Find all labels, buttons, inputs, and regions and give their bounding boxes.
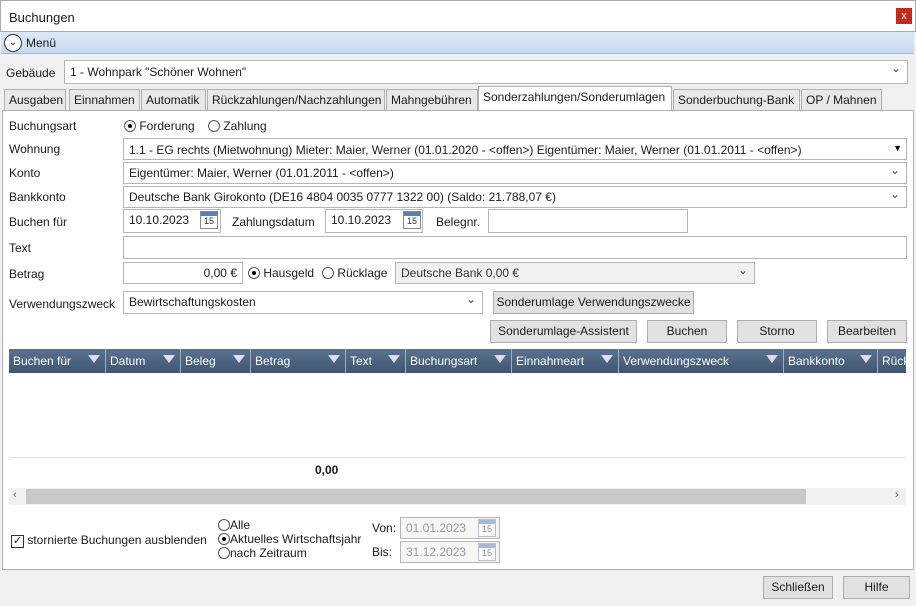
ruecklage-radio[interactable]: Rücklage (322, 266, 387, 280)
chevron-down-icon[interactable]: ⌄ (4, 34, 22, 52)
sonderumlage-verwendungszwecke-button[interactable]: Sonderumlage Verwendungszwecke (493, 291, 694, 314)
wohnung-label: Wohnung (9, 142, 61, 156)
buchen-button[interactable]: Buchen (647, 320, 727, 343)
buchen-fuer-label: Buchen für (9, 215, 68, 229)
verwendungszweck-select[interactable]: Bewirtschaftungskosten (123, 291, 483, 314)
nach-zeitraum-radio[interactable]: nach Zeitraum (218, 546, 307, 560)
scroll-left-icon[interactable]: ‹ (13, 489, 17, 501)
tab-ausgaben[interactable]: Ausgaben (4, 89, 66, 110)
col-datum[interactable]: Datum (106, 349, 181, 373)
filter-icon[interactable] (601, 355, 613, 363)
col-betrag[interactable]: Betrag (251, 349, 346, 373)
col-text[interactable]: Text (346, 349, 406, 373)
tab-sonderzahlungen[interactable]: Sonderzahlungen/Sonderumlagen (478, 86, 672, 110)
close-icon[interactable]: x (896, 8, 912, 24)
title-bar: Buchungen x (0, 0, 916, 32)
grid-body[interactable] (9, 373, 906, 457)
betrag-label: Betrag (9, 267, 45, 281)
hausgeld-radio[interactable]: Hausgeld (248, 266, 314, 280)
tab-automatik[interactable]: Automatik (141, 89, 206, 110)
calendar-icon[interactable]: 15 (200, 211, 218, 229)
filter-icon[interactable] (494, 355, 506, 363)
hilfe-button[interactable]: Hilfe (843, 576, 910, 599)
bankkonto-select[interactable]: Deutsche Bank Girokonto (DE16 4804 0035 … (123, 186, 907, 208)
filter-icon[interactable] (860, 355, 872, 363)
wohnung-select[interactable]: 1.1 - EG rechts (Mietwohnung) Mieter: Ma… (123, 138, 907, 160)
ruecklage-konto-select[interactable]: Deutsche Bank 0,00 € (395, 262, 755, 284)
text-input[interactable] (123, 236, 907, 259)
calendar-icon[interactable]: 15 (478, 543, 496, 561)
total-betrag: 0,00 (315, 463, 339, 477)
aktuelles-wirtschaftsjahr-radio[interactable]: Aktuelles Wirtschaftsjahr (218, 532, 361, 546)
gebaeude-select[interactable]: 1 - Wohnpark "Schöner Wohnen" (64, 60, 908, 84)
col-buchungsart[interactable]: Buchungsart (406, 349, 512, 373)
belegnr-input[interactable] (488, 209, 688, 233)
alle-radio[interactable]: Alle (218, 518, 250, 532)
zahlungsdatum-label: Zahlungsdatum (232, 215, 315, 229)
filter-icon[interactable] (233, 355, 245, 363)
filter-icon[interactable] (163, 355, 175, 363)
scrollbar-thumb[interactable] (26, 489, 806, 504)
col-einnahmeart[interactable]: Einnahmeart (512, 349, 619, 373)
text-label: Text (9, 241, 32, 255)
bankkonto-label: Bankkonto (9, 190, 66, 204)
window-title: Buchungen (9, 10, 75, 25)
tab-op-mahnen[interactable]: OP / Mahnen (801, 89, 882, 110)
sonderumlage-assistent-button[interactable]: Sonderumlage-Assistent (490, 320, 637, 343)
grid-summary-row: 0,00 (9, 457, 906, 482)
schliessen-button[interactable]: Schließen (763, 576, 833, 599)
calendar-icon[interactable]: 15 (478, 519, 496, 537)
bearbeiten-button[interactable]: Bearbeiten (827, 320, 907, 343)
forderung-radio[interactable]: Forderung (124, 119, 195, 133)
filter-icon[interactable] (766, 355, 778, 363)
menu-label[interactable]: Menü (26, 36, 56, 50)
tab-mahngebuehren[interactable]: Mahngebühren (386, 89, 478, 110)
grid-header: Buchen für Datum Beleg Betrag Text Buchu… (9, 349, 906, 373)
von-label: Von: (372, 521, 397, 535)
konto-select[interactable]: Eigentümer: Maier, Werner (01.01.2011 - … (123, 162, 907, 184)
col-bankkonto[interactable]: Bankkonto (784, 349, 878, 373)
gebaeude-label: Gebäude (6, 66, 56, 80)
betrag-input[interactable]: 0,00 € (123, 262, 243, 284)
col-verwendungszweck[interactable]: Verwendungszweck (619, 349, 784, 373)
col-beleg[interactable]: Beleg (181, 349, 251, 373)
zahlung-radio[interactable]: Zahlung (208, 119, 267, 133)
storno-button[interactable]: Storno (737, 320, 817, 343)
belegnr-label: Belegnr. (436, 215, 481, 229)
filter-icon[interactable] (88, 355, 100, 363)
tab-einnahmen[interactable]: Einnahmen (69, 89, 140, 110)
horizontal-scrollbar[interactable]: ‹ › (9, 488, 906, 505)
verwendungszweck-label: Verwendungszweck (9, 297, 116, 311)
tab-sonderbuchung-bank[interactable]: Sonderbuchung-Bank (673, 89, 800, 110)
bis-label: Bis: (372, 545, 393, 559)
tab-rueckzahlungen[interactable]: Rückzahlungen/Nachzahlungen (207, 89, 385, 110)
buchungsart-label: Buchungsart (9, 119, 77, 133)
konto-label: Konto (9, 166, 41, 180)
scroll-right-icon[interactable]: › (895, 489, 899, 501)
col-buchen-fuer[interactable]: Buchen für (9, 349, 106, 373)
menu-bar[interactable]: ⌄ Menü (1, 32, 914, 54)
col-rueck[interactable]: Rück (878, 349, 906, 373)
hide-storno-checkbox[interactable]: ✓ stornierte Buchungen ausblenden (11, 533, 207, 548)
filter-icon[interactable] (328, 355, 340, 363)
filter-icon[interactable] (388, 355, 400, 363)
calendar-icon[interactable]: 15 (403, 211, 421, 229)
